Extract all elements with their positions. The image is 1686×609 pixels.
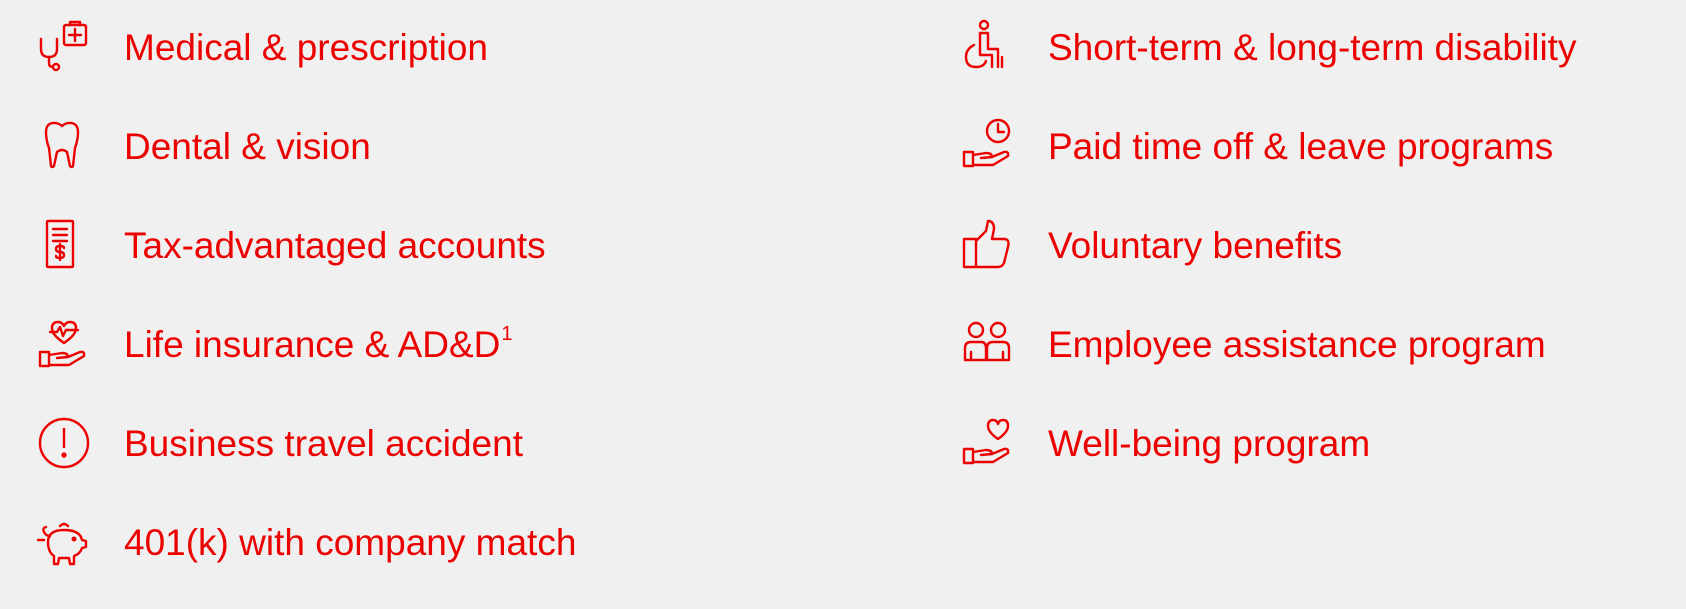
benefit-item-medical: Medical & prescription — [38, 17, 738, 77]
benefit-item-tax-accounts: Tax-advantaged accounts — [38, 215, 738, 275]
benefit-label: Tax-advantaged accounts — [124, 224, 546, 266]
wheelchair-icon — [962, 19, 1026, 75]
thumbs-up-icon — [962, 217, 1026, 273]
benefit-label: Voluntary benefits — [1048, 224, 1343, 266]
benefit-label: Medical & prescription — [124, 26, 488, 68]
benefit-label: Paid time off & leave programs — [1048, 125, 1554, 167]
clock-hand-icon — [962, 118, 1026, 174]
benefit-item-dental: Dental & vision — [38, 116, 738, 176]
benefit-label: Well-being program — [1048, 422, 1371, 464]
footnote-marker: 1 — [501, 322, 513, 345]
benefit-item-travel-accident: Business travel accident — [38, 413, 738, 473]
two-people-icon — [962, 316, 1026, 372]
benefit-item-disability: Short-term & long-term disability — [962, 17, 1662, 77]
benefit-item-life-insurance: Life insurance & AD&D1 — [38, 314, 738, 374]
benefit-label: Short-term & long-term disability — [1048, 26, 1577, 68]
benefit-item-eap: Employee assistance program — [962, 314, 1662, 374]
piggy-bank-icon — [36, 514, 102, 570]
benefit-label: Life insurance & AD&D1 — [124, 322, 513, 365]
exclamation-circle-icon — [38, 415, 102, 471]
benefit-label: Dental & vision — [124, 125, 371, 167]
stethoscope-medical-kit-icon — [38, 19, 102, 75]
tooth-icon — [38, 118, 102, 174]
benefit-item-voluntary: Voluntary benefits — [962, 215, 1662, 275]
dollar-document-icon — [38, 217, 102, 273]
heart-hand-icon — [962, 415, 1026, 471]
benefit-label: Employee assistance program — [1048, 323, 1546, 365]
benefit-label: Business travel accident — [124, 422, 523, 464]
heartbeat-hand-icon — [38, 316, 102, 372]
benefit-item-well-being: Well-being program — [962, 413, 1662, 473]
benefit-item-pto: Paid time off & leave programs — [962, 116, 1662, 176]
benefit-label: 401(k) with company match — [124, 521, 577, 563]
benefit-item-401k: 401(k) with company match — [36, 512, 738, 572]
